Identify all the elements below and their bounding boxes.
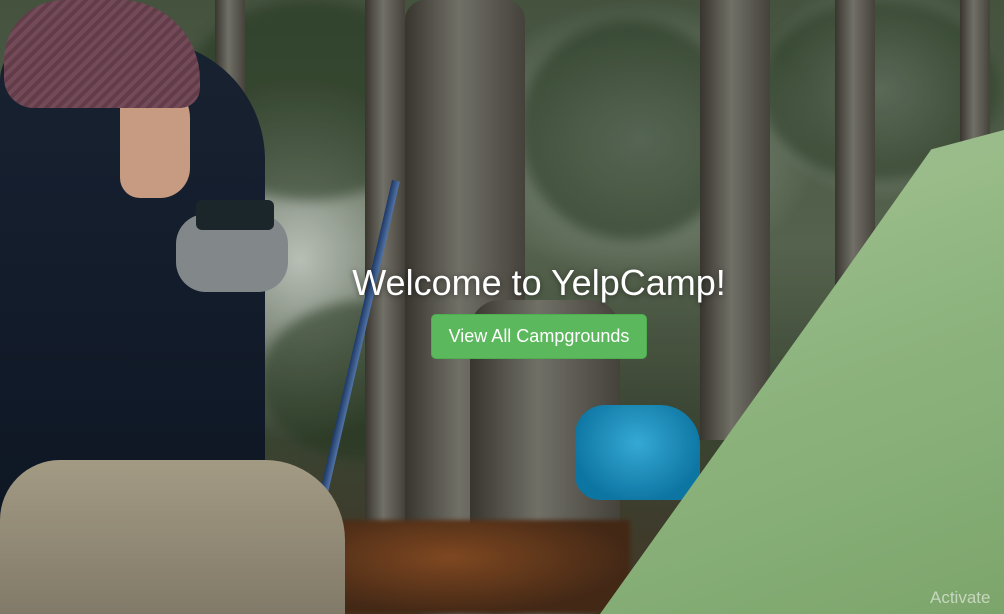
- activate-watermark: Activate: [930, 588, 991, 607]
- welcome-heading: Welcome to YelpCamp!: [352, 262, 726, 303]
- view-all-campgrounds-button[interactable]: View All Campgrounds: [431, 314, 647, 359]
- landing-page: Welcome to YelpCamp! View All Campground…: [0, 0, 1004, 614]
- background-overlay: [0, 0, 1004, 614]
